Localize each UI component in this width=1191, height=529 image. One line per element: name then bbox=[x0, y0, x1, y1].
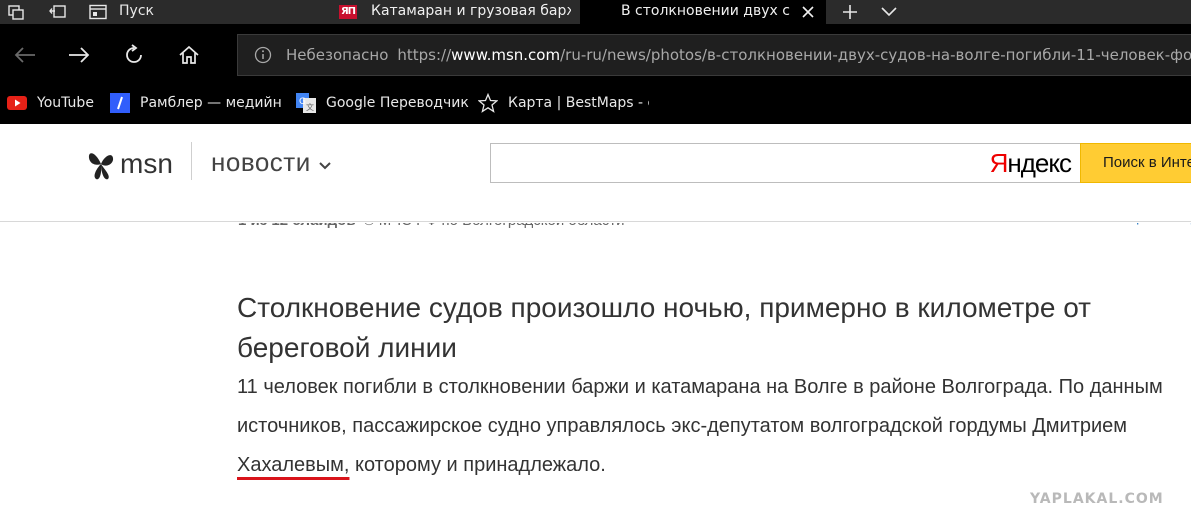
section-label: новости bbox=[211, 146, 311, 177]
search-button[interactable]: Поиск в Интернете bbox=[1080, 143, 1191, 183]
tab-title: Катамаран и грузовая барж bbox=[371, 3, 571, 19]
favorite-google-translate[interactable]: G文 Google Переводчик bbox=[296, 86, 469, 120]
article-body-start: 11 человек погибли в столкновении баржи … bbox=[237, 376, 1163, 437]
article-body: 11 человек погибли в столкновении баржи … bbox=[237, 368, 1191, 485]
tab-preview-icon[interactable] bbox=[4, 0, 28, 24]
msn-header: msn новости Яндекс Поиск в Интернете bbox=[0, 124, 1191, 222]
browser-nav-bar: Небезопасно https://www.msn.com/ru-ru/new… bbox=[0, 24, 1191, 86]
home-button[interactable] bbox=[169, 36, 209, 74]
refresh-button[interactable] bbox=[114, 36, 154, 74]
watermark: YAPLAKAL.COM bbox=[1030, 491, 1164, 507]
youtube-icon bbox=[7, 96, 27, 110]
svg-text:G: G bbox=[299, 97, 306, 107]
forward-button[interactable] bbox=[59, 36, 99, 74]
new-tab-icon[interactable] bbox=[838, 0, 862, 24]
yandex-logo: Яндекс bbox=[989, 144, 1072, 182]
tab-title: В столкновении двух с bbox=[621, 3, 790, 19]
yandex-logo-rest: ндекс bbox=[1007, 148, 1072, 178]
favorite-label: Карта | BestMaps - сп bbox=[508, 95, 649, 111]
svg-text:文: 文 bbox=[306, 102, 314, 112]
browser-tab-bar: Пуск ЯП Катамаран и грузовая барж В стол… bbox=[0, 0, 1191, 24]
msn-logo-text: msn bbox=[120, 148, 173, 179]
chevron-down-icon bbox=[319, 155, 331, 174]
home-icon bbox=[179, 45, 199, 64]
set-aside-tabs-icon[interactable] bbox=[46, 0, 70, 24]
favorite-bestmaps[interactable]: Карта | BestMaps - сп bbox=[478, 86, 649, 120]
address-text[interactable]: Небезопасно https://www.msn.com/ru-ru/new… bbox=[286, 35, 1191, 75]
arrow-left-icon bbox=[14, 47, 35, 63]
back-button[interactable] bbox=[5, 36, 45, 74]
highlighted-name: Хахалевым, bbox=[237, 454, 350, 476]
msn-butterfly-icon bbox=[88, 153, 114, 180]
favorite-rambler[interactable]: Рамблер — медийн bbox=[110, 86, 281, 120]
favorite-label: YouTube bbox=[37, 95, 94, 111]
tab-favicon: ЯП bbox=[339, 5, 357, 19]
refresh-icon bbox=[126, 44, 142, 63]
url-host: www.msn.com bbox=[451, 46, 561, 64]
start-icon[interactable] bbox=[86, 0, 110, 24]
tab-inactive[interactable]: ЯП Катамаран и грузовая барж bbox=[330, 0, 576, 24]
article-body-end: которому и принадлежало. bbox=[349, 454, 606, 476]
security-label: Небезопасно bbox=[286, 46, 389, 64]
google-translate-icon: G文 bbox=[296, 93, 316, 113]
url-prefix: https:// bbox=[397, 46, 452, 64]
yandex-logo-y: Я bbox=[989, 148, 1009, 178]
favorite-label: Google Переводчик bbox=[326, 95, 469, 111]
chevron-down-icon[interactable] bbox=[877, 0, 901, 24]
star-icon bbox=[478, 93, 498, 113]
close-tab-icon[interactable] bbox=[796, 0, 820, 24]
msn-logo[interactable]: msn bbox=[86, 144, 173, 184]
info-icon[interactable] bbox=[254, 46, 272, 64]
rambler-icon bbox=[110, 93, 130, 113]
favorite-label: Рамблер — медийн bbox=[140, 95, 281, 111]
tab-active[interactable]: В столкновении двух с bbox=[580, 0, 826, 24]
favorites-bar: YouTube Рамблер — медийн G文 Google Перев… bbox=[0, 86, 1191, 124]
search-input[interactable]: Яндекс bbox=[490, 143, 1084, 183]
url-path: /ru-ru/news/photos/в-столкновении-двух-с… bbox=[560, 46, 1191, 64]
search-button-label: Поиск в Интернете bbox=[1103, 154, 1191, 171]
section-dropdown[interactable]: новости bbox=[211, 142, 331, 182]
arrow-right-icon bbox=[69, 47, 90, 63]
start-label[interactable]: Пуск bbox=[119, 0, 154, 24]
article-headline: Столкновение судов произошло ночью, прим… bbox=[237, 292, 1091, 363]
favorite-youtube[interactable]: YouTube bbox=[7, 86, 94, 120]
address-bar[interactable]: Небезопасно https://www.msn.com/ru-ru/new… bbox=[237, 34, 1191, 76]
header-divider bbox=[191, 142, 192, 180]
